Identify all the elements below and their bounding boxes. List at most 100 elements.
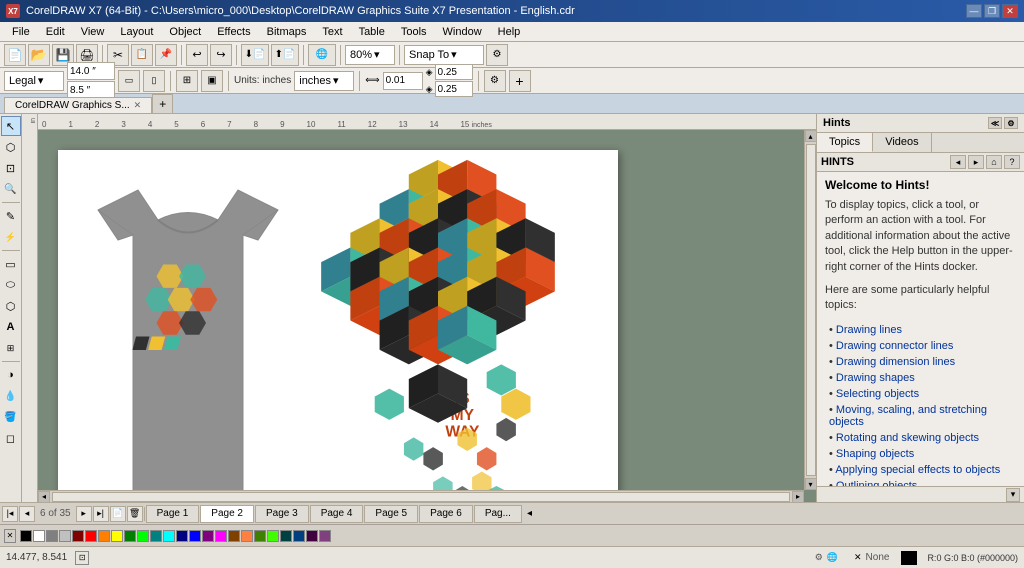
topics-tab[interactable]: Topics: [817, 133, 873, 152]
add-page-btn2[interactable]: 📄: [110, 506, 126, 522]
scroll-down-btn[interactable]: ▾: [805, 478, 817, 490]
import-button[interactable]: ⬇📄: [241, 44, 269, 66]
hints-expand-btn[interactable]: ≪: [988, 117, 1002, 129]
document-tab[interactable]: CorelDRAW Graphics S... ✕: [4, 97, 152, 113]
text-tool[interactable]: A: [1, 317, 21, 337]
color-swatch[interactable]: [228, 530, 240, 542]
page-orient-portrait-btn[interactable]: ▯: [143, 70, 165, 92]
hint-connector-lines[interactable]: Drawing connector lines: [829, 338, 1016, 354]
hint-moving-scaling[interactable]: Moving, scaling, and stretching objects: [829, 402, 1016, 430]
color-swatch[interactable]: [163, 530, 175, 542]
polygon-tool[interactable]: ⬡: [1, 296, 21, 316]
color-swatch[interactable]: [280, 530, 292, 542]
redo-button[interactable]: ↪: [210, 44, 232, 66]
color-swatch[interactable]: [85, 530, 97, 542]
menu-table[interactable]: Table: [351, 24, 393, 40]
page-tab-2[interactable]: Page 2: [200, 505, 254, 523]
page-tab-1[interactable]: Page 1: [146, 505, 200, 523]
paste-button[interactable]: 📌: [155, 44, 177, 66]
color-swatch[interactable]: [20, 530, 32, 542]
hint-drawing-shapes[interactable]: Drawing shapes: [829, 370, 1016, 386]
menu-tools[interactable]: Tools: [393, 24, 435, 40]
hint-shaping[interactable]: Shaping objects: [829, 446, 1016, 462]
color-swatch[interactable]: [72, 530, 84, 542]
restore-button[interactable]: ❐: [984, 4, 1000, 18]
hints-home-btn[interactable]: ⌂: [986, 155, 1002, 169]
hint-dimension-lines[interactable]: Drawing dimension lines: [829, 354, 1016, 370]
color-swatch[interactable]: [293, 530, 305, 542]
color-swatch[interactable]: [150, 530, 162, 542]
color-swatch[interactable]: [46, 530, 58, 542]
color-swatch[interactable]: [189, 530, 201, 542]
page-last-btn[interactable]: ▸|: [93, 506, 109, 522]
color-swatch[interactable]: [319, 530, 331, 542]
node-tool[interactable]: ⬡: [1, 137, 21, 157]
outline-tool[interactable]: ◻: [1, 428, 21, 448]
blend-tool[interactable]: ◑: [1, 365, 21, 385]
color-swatch[interactable]: [202, 530, 214, 542]
page-first-btn[interactable]: |◂: [2, 506, 18, 522]
color-swatch[interactable]: [98, 530, 110, 542]
color-swatch[interactable]: [137, 530, 149, 542]
page-properties-btn[interactable]: ⊡: [75, 551, 89, 565]
h-scrollbar[interactable]: ◂ ▸: [38, 490, 804, 502]
h-scroll-thumb[interactable]: [52, 492, 790, 502]
canvas-content[interactable]: IS MY WAY: [38, 130, 816, 502]
v-scroll-thumb[interactable]: [806, 144, 816, 476]
rectangle-tool[interactable]: ▭: [1, 254, 21, 274]
v-scrollbar[interactable]: ▴ ▾: [804, 130, 816, 490]
nudge3-input[interactable]: [435, 81, 473, 97]
color-swatch[interactable]: [241, 530, 253, 542]
zoom-tool[interactable]: 🔍: [1, 179, 21, 199]
table-tool[interactable]: ⊞: [1, 338, 21, 358]
hint-selecting-objects[interactable]: Selecting objects: [829, 386, 1016, 402]
color-swatch[interactable]: [176, 530, 188, 542]
preset-dropdown[interactable]: Legal ▾: [4, 71, 64, 91]
page-next-btn[interactable]: ▸: [76, 506, 92, 522]
menu-text[interactable]: Text: [314, 24, 350, 40]
new-tab-button[interactable]: +: [152, 94, 173, 113]
hint-drawing-lines[interactable]: Drawing lines: [829, 322, 1016, 338]
zoom-dropdown[interactable]: 80% ▾: [345, 45, 395, 65]
menu-edit[interactable]: Edit: [38, 24, 73, 40]
page-tab-4[interactable]: Page 4: [310, 505, 364, 523]
hint-special-effects[interactable]: Applying special effects to objects: [829, 462, 1016, 478]
smart-draw-tool[interactable]: ⚡: [1, 227, 21, 247]
hints-options-btn[interactable]: ⚙: [1004, 117, 1018, 129]
no-color-swatch[interactable]: ✕: [4, 529, 16, 543]
hints-scroll-down-btn[interactable]: ▾: [1006, 488, 1020, 502]
color-swatch[interactable]: [254, 530, 266, 542]
add-page-btn[interactable]: +: [509, 70, 531, 92]
eyedropper-tool[interactable]: 💧: [1, 386, 21, 406]
page-settings-btn[interactable]: ⚙: [484, 70, 506, 92]
hint-rotating[interactable]: Rotating and skewing objects: [829, 430, 1016, 446]
copy-button[interactable]: 📋: [131, 44, 153, 66]
menu-window[interactable]: Window: [435, 24, 490, 40]
current-page-btn[interactable]: ▣: [201, 70, 223, 92]
hints-back-btn[interactable]: ◂: [950, 155, 966, 169]
page-scroll-right[interactable]: ◂: [523, 508, 536, 519]
scroll-up-btn[interactable]: ▴: [805, 130, 817, 142]
publish-button[interactable]: 🌐: [308, 44, 336, 66]
hint-outlining[interactable]: Outlining objects: [829, 478, 1016, 486]
open-button[interactable]: 📂: [28, 44, 50, 66]
snap-dropdown[interactable]: Snap To ▾: [404, 45, 484, 65]
color-swatch[interactable]: [111, 530, 123, 542]
color-swatch[interactable]: [306, 530, 318, 542]
nudge2-input[interactable]: [435, 64, 473, 80]
fill-tool[interactable]: 🪣: [1, 407, 21, 427]
export-button[interactable]: ⬆📄: [271, 44, 299, 66]
new-button[interactable]: 📄: [4, 44, 26, 66]
snap-settings-button[interactable]: ⚙: [486, 44, 508, 66]
scroll-right-btn[interactable]: ▸: [792, 491, 804, 503]
minimize-button[interactable]: —: [966, 4, 982, 18]
hints-forward-btn[interactable]: ▸: [968, 155, 984, 169]
menu-layout[interactable]: Layout: [112, 24, 161, 40]
color-swatch[interactable]: [215, 530, 227, 542]
page-tab-6[interactable]: Page 6: [419, 505, 473, 523]
scroll-left-btn[interactable]: ◂: [38, 491, 50, 503]
color-swatch[interactable]: [59, 530, 71, 542]
menu-view[interactable]: View: [73, 24, 113, 40]
delete-page-btn[interactable]: 🗑: [127, 506, 143, 522]
page-width-input[interactable]: [67, 62, 115, 80]
